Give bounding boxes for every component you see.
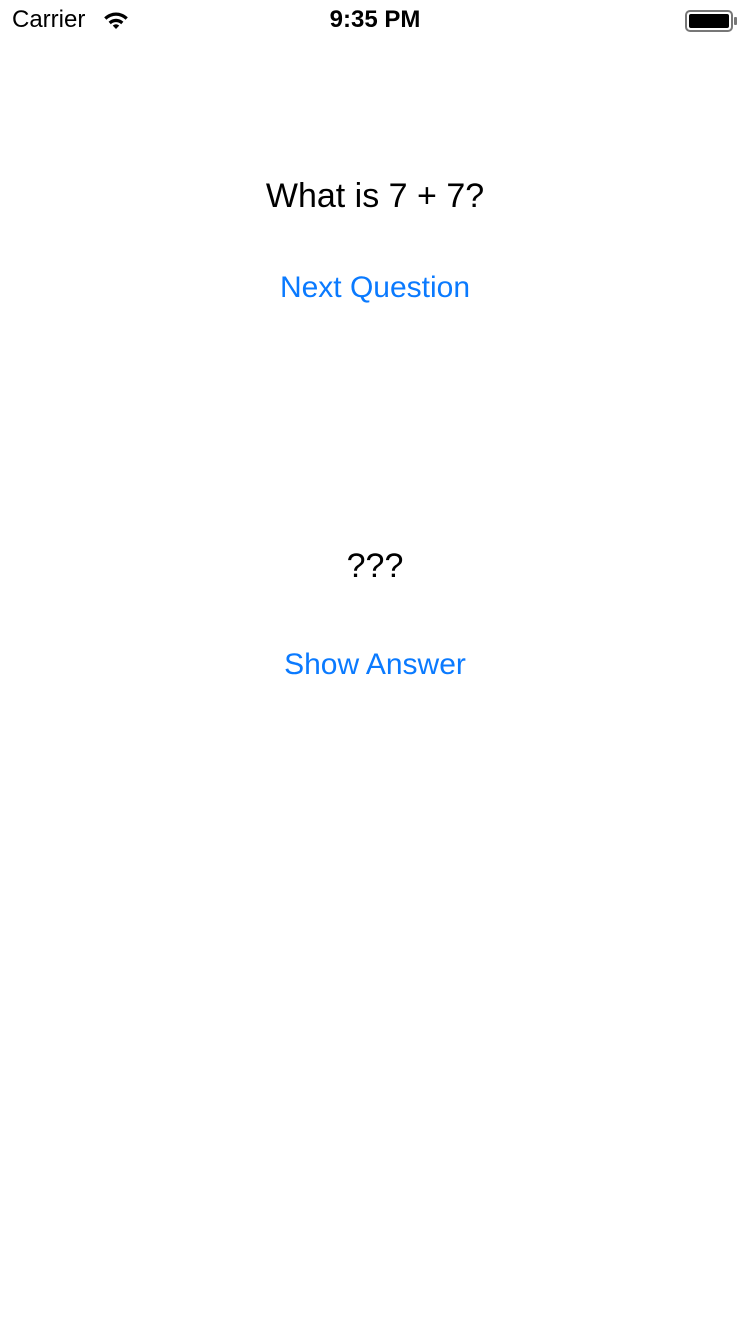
answer-label: ??? (346, 547, 404, 585)
next-question-button[interactable]: Next Question (0, 268, 750, 308)
question-label: What is 7 + 7? (265, 177, 485, 215)
battery-icon (685, 10, 737, 32)
status-bar: Carrier 9:35 PM (0, 0, 750, 40)
show-answer-button[interactable]: Show Answer (0, 645, 750, 685)
status-time: 9:35 PM (329, 6, 421, 33)
